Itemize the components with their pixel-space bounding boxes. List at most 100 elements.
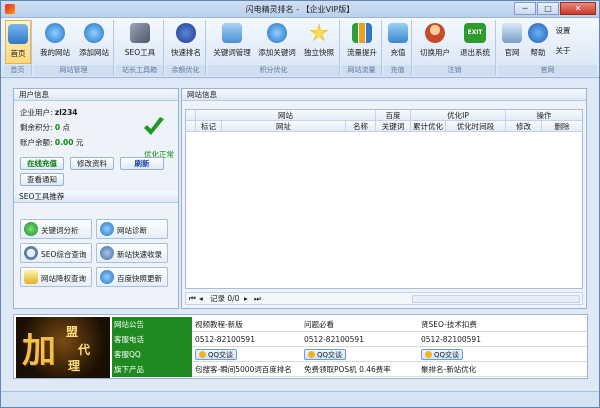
- seo-tools-list: 关键词分析 网站诊断 SEO综合查询 新站快速收录 网站降权查询 百度快照更新: [14, 203, 178, 309]
- group-points-opt: 关键词管理 添加关键词 独立快照 积分优化: [208, 20, 340, 76]
- group-traffic: 流量提升 网站流量: [342, 20, 382, 76]
- official-site-icon: [502, 23, 522, 43]
- group-site-mgmt: 我的网站 添加网站 网站管理: [34, 20, 114, 76]
- col-url[interactable]: 网址: [222, 121, 346, 131]
- about-button[interactable]: 关于: [552, 42, 574, 56]
- last-record-icon[interactable]: ⏭: [254, 293, 261, 304]
- qq-chat-button[interactable]: QQ交谈: [304, 349, 347, 360]
- recharge-icon: [388, 23, 408, 43]
- add-site-button[interactable]: 添加网站: [75, 20, 113, 64]
- globe-add-icon: [84, 23, 104, 43]
- exit-icon: EXIT: [464, 23, 486, 43]
- join-agent-banner[interactable]: 加 盟 代 理: [16, 317, 110, 378]
- globe-icon: [45, 23, 65, 43]
- add-keyword-button[interactable]: 添加关键词: [255, 20, 299, 64]
- tools-icon: [130, 23, 150, 43]
- qq-row: 客服QQ QQ交谈 QQ交谈 QQ交谈: [112, 347, 587, 362]
- col-mark[interactable]: 标记: [196, 121, 222, 131]
- first-record-icon[interactable]: ⏮: [189, 293, 196, 304]
- app-window: 闪电精灵排名 - 【企业VIP版】 ─ □ ✕ 首页 首页 我的网站 添加网站 …: [0, 0, 600, 408]
- seo-tools-header: SEO工具推荐: [14, 191, 178, 203]
- prev-record-icon[interactable]: ◂: [199, 293, 203, 304]
- snapshot-update-button[interactable]: 百度快照更新: [96, 267, 168, 287]
- group-rank-opt: 快速排名 余额优化: [166, 20, 206, 76]
- new-site-index-button[interactable]: 新站快速收录: [96, 243, 168, 263]
- record-count: 记录 0/0: [210, 294, 240, 303]
- solo-snapshot-button[interactable]: 独立快照: [300, 20, 338, 64]
- user-info: 企业用户: zl234 剩余积分: 0 点 账户余额: 0.00 元 优化正常 …: [14, 101, 178, 191]
- paw-icon: [176, 23, 196, 43]
- group-logout: 切换用户 EXIT 退出系统 注销: [414, 20, 496, 76]
- maximize-button[interactable]: □: [537, 2, 559, 15]
- product-link[interactable]: 免费领取POS机 0.46费率: [302, 362, 418, 377]
- balance-value: 0.00: [54, 138, 74, 147]
- keyword-manage-button[interactable]: 关键词管理: [210, 20, 254, 64]
- horizontal-scrollbar[interactable]: [412, 295, 580, 303]
- refresh-button[interactable]: 刷新: [120, 157, 164, 170]
- help-icon: [528, 23, 548, 43]
- next-record-icon[interactable]: ▸: [244, 293, 248, 304]
- online-recharge-button[interactable]: 在线充值: [20, 157, 64, 170]
- seo-query-button[interactable]: SEO综合查询: [20, 243, 92, 263]
- keyword-analysis-button[interactable]: 关键词分析: [20, 219, 92, 239]
- user-icon: [425, 23, 445, 43]
- qq-icon: [199, 351, 206, 358]
- close-button[interactable]: ✕: [560, 2, 596, 15]
- official-site-button[interactable]: 官网: [500, 20, 524, 64]
- qq-icon: [425, 351, 432, 358]
- recharge-button[interactable]: 充值: [385, 20, 411, 64]
- traffic-up-button[interactable]: 流量提升: [342, 20, 382, 64]
- site-info-header: 网站信息: [182, 89, 586, 101]
- magnifier-icon: [24, 246, 38, 260]
- company-value: zl234: [54, 108, 78, 117]
- status-bar: [1, 391, 599, 407]
- fast-rank-button[interactable]: 快速排名: [166, 20, 206, 64]
- help-button[interactable]: 帮助: [526, 20, 550, 64]
- grid-navigator: ⏮ ◂ 记录 0/0 ▸ ⏭: [185, 292, 583, 305]
- left-panel: 用户信息 企业用户: zl234 剩余积分: 0 点 账户余额: 0.00 元 …: [13, 88, 179, 309]
- col-keyword[interactable]: 关键词: [376, 121, 411, 131]
- home-button[interactable]: 首页: [5, 20, 31, 64]
- product-link[interactable]: 聚排名-新站优化: [419, 362, 587, 377]
- col-opt-time[interactable]: 优化时间段: [446, 121, 506, 131]
- index-icon: [100, 246, 114, 260]
- exit-button[interactable]: EXIT 退出系统: [456, 20, 494, 64]
- minimize-button[interactable]: ─: [514, 2, 536, 15]
- products-row: 旗下产品 包搜客-瞬间5000词百度排名 免费领取POS机 0.46费率 聚排名…: [112, 362, 587, 377]
- view-notice-button[interactable]: 查看通知: [20, 173, 64, 186]
- document-icon: [24, 270, 38, 284]
- phone-row: 客服电话 0512-82100591 0512-82100591 0512-82…: [112, 332, 587, 347]
- group-official: 官网 帮助 设置 关于 官网: [498, 20, 597, 76]
- announce-link[interactable]: 视频教程-新版: [193, 317, 301, 332]
- bar-chart-icon: [352, 23, 372, 43]
- col-name[interactable]: 名称: [346, 121, 376, 131]
- qq-icon: [308, 351, 315, 358]
- site-grid: 网站 百度 优化IP 操作 标记 网址 名称 关键词 累计优化 优化时间段 修改…: [185, 109, 583, 289]
- col-edit[interactable]: 修改: [506, 121, 542, 131]
- col-total-opt[interactable]: 累计优化: [411, 121, 446, 131]
- user-info-header: 用户信息: [14, 89, 178, 101]
- col-delete[interactable]: 删除: [542, 121, 582, 131]
- site-diagnosis-button[interactable]: 网站诊断: [96, 219, 168, 239]
- star-icon: [309, 23, 329, 42]
- announce-link[interactable]: 问题必看: [302, 317, 418, 332]
- settings-button[interactable]: 设置: [552, 22, 574, 36]
- window-controls: ─ □ ✕: [514, 2, 596, 15]
- switch-user-button[interactable]: 切换用户: [416, 20, 454, 64]
- group-site-tools: SEO工具 站长工具箱: [116, 20, 164, 76]
- qq-chat-button[interactable]: QQ交谈: [421, 349, 464, 360]
- home-icon: [8, 24, 28, 44]
- my-site-button[interactable]: 我的网站: [36, 20, 74, 64]
- product-link[interactable]: 包搜客-瞬间5000词百度排名: [193, 362, 301, 377]
- announce-link[interactable]: 贤SEO-技术扣费: [419, 317, 587, 332]
- window-title: 闪电精灵排名 - 【企业VIP版】: [245, 5, 355, 14]
- qq-chat-button[interactable]: QQ交谈: [195, 349, 238, 360]
- downgrade-query-button[interactable]: 网站降权查询: [20, 267, 92, 287]
- bottom-info-area: 加 盟 代 理 网站公告 视频教程-新版 问题必看 贤SEO-技术扣费 客服电话…: [13, 314, 588, 379]
- group-recharge: 充值 充值: [384, 20, 412, 76]
- announce-row: 网站公告 视频教程-新版 问题必看 贤SEO-技术扣费: [112, 317, 587, 332]
- seo-tool-button[interactable]: SEO工具: [120, 20, 160, 64]
- edit-profile-button[interactable]: 修改资料: [70, 157, 114, 170]
- site-info-panel: 网站信息 网站 百度 优化IP 操作 标记 网址 名称 关键词 累计优化 优化时…: [181, 88, 587, 309]
- grid-group-header: 网站 百度 优化IP 操作: [186, 110, 582, 121]
